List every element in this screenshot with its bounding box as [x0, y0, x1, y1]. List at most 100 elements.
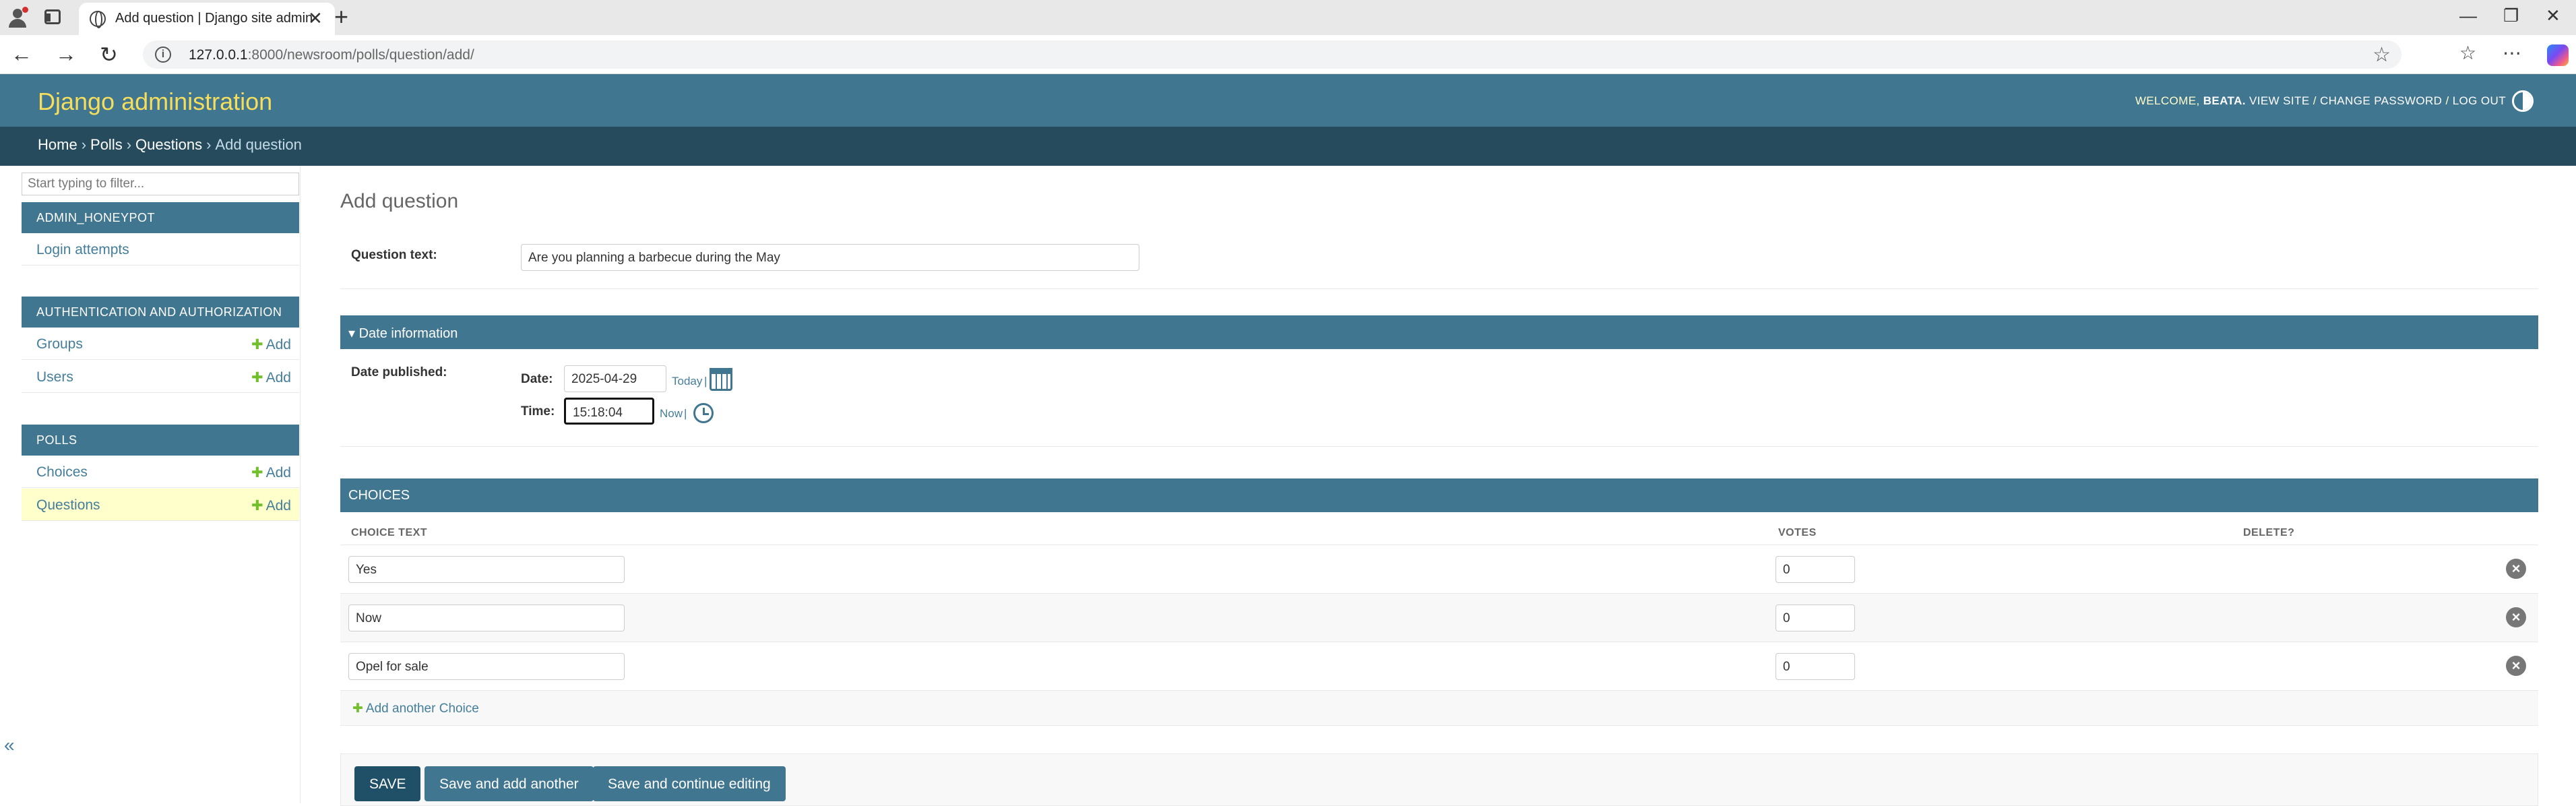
user-tools: WELCOME, BEATA. VIEW SITE / CHANGE PASSW…	[2135, 94, 2506, 108]
choice-row: Now 0 ×	[340, 594, 2538, 642]
add-another-choice-link[interactable]: ✚ Add another Choice	[352, 701, 479, 716]
change-password-link[interactable]: CHANGE PASSWORD	[2320, 94, 2442, 107]
time-label: Time:	[521, 404, 555, 418]
copilot-icon[interactable]	[2547, 44, 2569, 66]
add-another-row: ✚ Add another Choice	[340, 691, 2538, 726]
delete-row-icon[interactable]: ×	[2506, 559, 2526, 579]
page-title: Add question	[340, 190, 459, 212]
plus-icon: ✚	[251, 498, 263, 514]
sidebar-item-login-attempts[interactable]: Login attempts	[22, 233, 299, 266]
divider	[340, 288, 2538, 289]
plus-icon: ✚	[251, 370, 263, 385]
window-close-icon[interactable]: ✕	[2546, 5, 2561, 26]
date-information-toggle[interactable]: ▾ Date information	[340, 315, 2538, 349]
plus-icon: ✚	[251, 465, 263, 480]
breadcrumb-sep: ›	[206, 136, 212, 153]
module-admin-honeypot[interactable]: ADMIN_HONEYPOT	[22, 202, 299, 233]
add-choices-link[interactable]: ✚ Add	[251, 464, 291, 481]
breadcrumb-sep: ›	[126, 136, 132, 153]
breadcrumb-questions[interactable]: Questions	[135, 136, 202, 153]
restore-icon[interactable]: ❐	[2503, 5, 2519, 26]
sidebar-item-groups[interactable]: Groups ✚ Add	[22, 328, 299, 360]
admin-header: Django administration WELCOME, BEATA. VI…	[0, 74, 2576, 127]
save-and-continue-button[interactable]: Save and continue editing	[593, 766, 786, 801]
nav-filter-input[interactable]: Start typing to filter...	[22, 173, 299, 195]
site-info-icon[interactable]: i	[155, 46, 171, 63]
profile-icon[interactable]	[7, 7, 28, 28]
save-button[interactable]: SAVE	[354, 766, 421, 801]
date-published-label: Date published:	[351, 365, 447, 379]
votes-input[interactable]: 0	[1776, 556, 1855, 583]
username: BEATA.	[2203, 94, 2246, 107]
sidebar-item-label[interactable]: Questions	[36, 497, 100, 514]
sidebar-collapse-icon[interactable]: «	[4, 735, 15, 756]
sidebar-item-questions[interactable]: Questions ✚ Add	[22, 489, 299, 521]
choice-text-input[interactable]: Opel for sale	[348, 653, 625, 680]
tab-close-icon[interactable]: ✕	[308, 8, 323, 29]
time-input[interactable]: 15:18:04	[564, 398, 654, 425]
sidebar-item-users[interactable]: Users ✚ Add	[22, 361, 299, 393]
breadcrumb-polls[interactable]: Polls	[90, 136, 123, 153]
sidebar-item-label[interactable]: Groups	[36, 336, 83, 352]
clock-icon[interactable]	[693, 403, 714, 423]
date-input[interactable]: 2025-04-29	[564, 365, 666, 392]
forward-icon[interactable]: →	[55, 42, 77, 67]
reload-icon[interactable]: ↻	[100, 42, 118, 67]
sidebar-item-label[interactable]: Choices	[36, 464, 88, 480]
divider	[340, 446, 2538, 447]
save-and-add-another-button[interactable]: Save and add another	[425, 766, 594, 801]
browser-tab-active[interactable]: Add question | Django site admin ✕	[79, 3, 335, 35]
address-bar[interactable]: i 127.0.0.1:8000/newsroom/polls/question…	[143, 40, 2401, 69]
separator: /	[2445, 94, 2449, 107]
separator: |	[684, 407, 687, 420]
back-icon[interactable]: ←	[11, 42, 32, 67]
separator: |	[704, 375, 708, 388]
delete-row-icon[interactable]: ×	[2506, 607, 2526, 627]
globe-icon	[90, 11, 106, 28]
breadcrumb-home[interactable]: Home	[38, 136, 77, 153]
add-questions-link[interactable]: ✚ Add	[251, 497, 291, 514]
votes-input[interactable]: 0	[1776, 604, 1855, 631]
delete-row-icon[interactable]: ×	[2506, 656, 2526, 676]
add-users-link[interactable]: ✚ Add	[251, 369, 291, 386]
question-text-input[interactable]: Are you planning a barbecue during the M…	[521, 244, 1139, 271]
module-authentication[interactable]: AUTHENTICATION AND AUTHORIZATION	[22, 297, 299, 328]
breadcrumb-sep: ›	[81, 136, 87, 153]
date-label: Date:	[521, 372, 553, 386]
browser-tab-strip: Add question | Django site admin ✕ + — ❐…	[0, 0, 2576, 35]
log-out-link[interactable]: LOG OUT	[2453, 94, 2506, 107]
url-text[interactable]: 127.0.0.1:8000/newsroom/polls/question/a…	[189, 47, 474, 63]
welcome-text: WELCOME,	[2135, 94, 2200, 107]
votes-input[interactable]: 0	[1776, 653, 1855, 680]
breadcrumb-current: Add question	[215, 136, 302, 153]
favorites-icon[interactable]: ☆	[2459, 42, 2476, 64]
site-branding[interactable]: Django administration	[38, 88, 272, 116]
sidebar-item-choices[interactable]: Choices ✚ Add	[22, 456, 299, 488]
module-polls[interactable]: POLLS	[22, 425, 299, 456]
add-groups-link[interactable]: ✚ Add	[251, 336, 291, 353]
favorite-star-icon[interactable]: ☆	[2373, 43, 2391, 67]
calendar-icon[interactable]	[710, 368, 732, 391]
col-votes: VOTES	[1778, 527, 1817, 538]
theme-toggle-icon[interactable]	[2512, 90, 2534, 112]
new-tab-icon[interactable]: +	[334, 3, 348, 31]
view-site-link[interactable]: VIEW SITE	[2249, 94, 2310, 107]
sidebar-item-label[interactable]: Users	[36, 369, 73, 385]
submit-row: SAVE Save and add another Save and conti…	[340, 753, 2538, 806]
choice-text-input[interactable]: Yes	[348, 556, 625, 583]
choice-row: Yes 0 ×	[340, 545, 2538, 594]
choices-header: CHOICES	[340, 478, 2538, 512]
question-text-label: Question text:	[351, 248, 437, 262]
more-menu-icon[interactable]: ⋯	[2503, 42, 2521, 64]
plus-icon: ✚	[352, 702, 363, 716]
separator: /	[2313, 94, 2317, 107]
sidebar-item-label[interactable]: Login attempts	[36, 242, 129, 258]
choice-text-input[interactable]: Now	[348, 604, 625, 631]
tab-actions-icon[interactable]	[44, 9, 61, 24]
plus-icon: ✚	[251, 337, 263, 352]
col-delete: DELETE?	[2243, 527, 2295, 538]
now-link[interactable]: Now	[660, 407, 683, 421]
today-link[interactable]: Today	[672, 375, 702, 388]
minimize-icon[interactable]: —	[2459, 5, 2477, 26]
browser-toolbar: ← → ↻ i 127.0.0.1:8000/newsroom/polls/qu…	[0, 35, 2576, 74]
